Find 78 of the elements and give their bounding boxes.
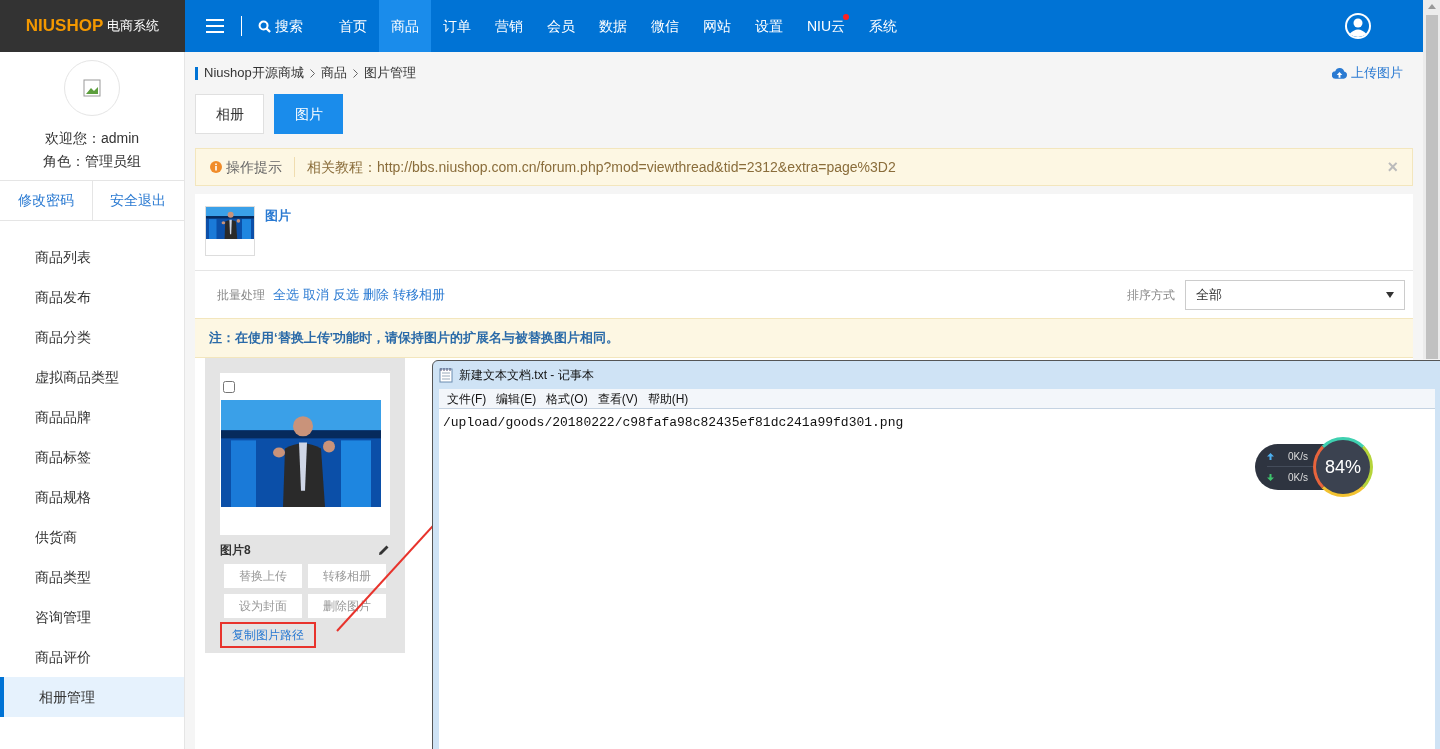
batch-action-link[interactable]: 删除 bbox=[363, 284, 389, 305]
menu-item[interactable]: 帮助(H) bbox=[647, 389, 689, 408]
dropdown-arrow-icon bbox=[1386, 291, 1394, 298]
sidebar-item[interactable]: 商品品牌 bbox=[0, 397, 184, 437]
search-icon bbox=[258, 19, 271, 33]
breadcrumb-link[interactable]: Niushop开源商城 bbox=[204, 63, 304, 83]
download-speed: 0K/s bbox=[1288, 470, 1308, 485]
logo[interactable]: NIUSHOP 电商系统 bbox=[0, 0, 185, 52]
tip-text: 相关教程：http://bbs.niushop.com.cn/forum.php?mod=viewthread&tid=2312&extra=page%3D2 bbox=[307, 157, 896, 177]
nav-tab[interactable]: 微信 bbox=[639, 0, 691, 52]
breadcrumb-link[interactable]: 商品 bbox=[320, 63, 347, 83]
sidebar-item[interactable]: 商品发布 bbox=[0, 277, 184, 317]
window-title: 新建文本文档.txt - 记事本 bbox=[459, 367, 594, 384]
upload-link[interactable]: 上传图片 bbox=[1332, 63, 1403, 83]
note-text: 注：在使用‘替换上传’功能时，请保持图片的扩展名与被替换图片相同。 bbox=[209, 329, 620, 348]
chevron-right-icon bbox=[309, 68, 315, 78]
up-arrow-icon bbox=[1267, 453, 1274, 460]
menu-icon[interactable] bbox=[205, 18, 225, 34]
photo-name: 图片8 bbox=[220, 541, 251, 559]
nav-tab[interactable]: 首页 bbox=[327, 0, 379, 52]
role-text: 角色：管理员组 bbox=[43, 152, 141, 171]
search-button[interactable]: 搜索 bbox=[258, 15, 303, 37]
account-link[interactable]: 修改密码 bbox=[0, 181, 93, 220]
photo-action-button[interactable]: 替换上传 bbox=[224, 564, 302, 588]
batch-label: 批量处理 bbox=[217, 286, 265, 304]
copy-path-link[interactable]: 复制图片路径 bbox=[220, 622, 316, 648]
avatar-icon[interactable] bbox=[1344, 12, 1372, 40]
batch-action-link[interactable]: 取消 bbox=[303, 284, 329, 305]
sort-select[interactable]: 全部 bbox=[1185, 279, 1405, 310]
photo-action-button[interactable]: 设为封面 bbox=[224, 594, 302, 618]
usage-reading: 84% bbox=[1325, 458, 1361, 476]
sidebar-item[interactable]: 供货商 bbox=[0, 517, 184, 557]
album-name: 图片 bbox=[265, 207, 291, 225]
menu-item[interactable]: 文件(F) bbox=[447, 389, 487, 408]
sidebar-item[interactable]: 商品列表 bbox=[0, 237, 184, 277]
nav-tab[interactable]: 设置 bbox=[743, 0, 795, 52]
down-arrow-icon bbox=[1267, 473, 1274, 481]
sidebar-item[interactable]: 商品分类 bbox=[0, 317, 184, 357]
tab[interactable]: 图片 bbox=[274, 94, 343, 134]
upload-speed: 0K/s bbox=[1288, 450, 1308, 464]
sidebar-item[interactable]: 商品评价 bbox=[0, 637, 184, 677]
menu-item[interactable]: 格式(O) bbox=[546, 389, 588, 408]
tab[interactable]: 相册 bbox=[195, 94, 264, 134]
nav-tab[interactable]: 网站 bbox=[691, 0, 743, 52]
edit-icon[interactable] bbox=[378, 543, 390, 556]
nav-tab[interactable]: 商品 bbox=[379, 0, 431, 52]
photo-action-button[interactable]: 转移相册 bbox=[308, 564, 386, 588]
sidebar-item[interactable]: 商品规格 bbox=[0, 477, 184, 517]
text-content: /upload/goods/20180222/c98fafa98c82435ef81dc241a99fd301.png bbox=[443, 415, 904, 430]
photo-checkbox[interactable] bbox=[223, 380, 235, 393]
sidebar-item[interactable]: 虚拟商品类型 bbox=[0, 357, 184, 397]
nav-tab[interactable]: 营销 bbox=[483, 0, 535, 52]
album-cover[interactable] bbox=[205, 206, 255, 256]
nav-tab[interactable]: 数据 bbox=[587, 0, 639, 52]
breadcrumb-link[interactable]: 图片管理 bbox=[363, 63, 416, 83]
sort-label: 排序方式 bbox=[1127, 286, 1175, 304]
batch-action-link[interactable]: 转移相册 bbox=[393, 284, 445, 305]
scrollbar[interactable] bbox=[1423, 0, 1440, 359]
chevron-right-icon bbox=[352, 68, 358, 78]
nav-tab[interactable]: 系统 bbox=[857, 0, 910, 52]
sidebar-item[interactable]: 商品类型 bbox=[0, 557, 184, 597]
nav-tab[interactable]: 会员 bbox=[535, 0, 587, 52]
account-link[interactable]: 安全退出 bbox=[92, 181, 184, 220]
info-icon bbox=[210, 161, 222, 173]
nav-tab[interactable]: NIU云 bbox=[795, 0, 858, 52]
batch-action-link[interactable]: 全选 bbox=[273, 284, 299, 305]
batch-action-link[interactable]: 反选 bbox=[333, 284, 359, 305]
notepad-icon bbox=[439, 367, 453, 383]
broken-image-icon bbox=[83, 79, 101, 97]
cloud-upload-icon bbox=[1332, 67, 1347, 79]
tip-label: 操作提示 bbox=[226, 157, 282, 177]
menu-item[interactable]: 查看(V) bbox=[597, 389, 638, 408]
sidebar-item[interactable]: 商品标签 bbox=[0, 437, 184, 477]
menu-item[interactable]: 编辑(E) bbox=[496, 389, 537, 408]
welcome-text: 欢迎您：admin bbox=[44, 129, 140, 148]
sidebar-item[interactable]: 咨询管理 bbox=[0, 597, 184, 637]
nav-tab[interactable]: 订单 bbox=[431, 0, 483, 52]
sidebar-item[interactable]: 相册管理 bbox=[0, 677, 184, 717]
